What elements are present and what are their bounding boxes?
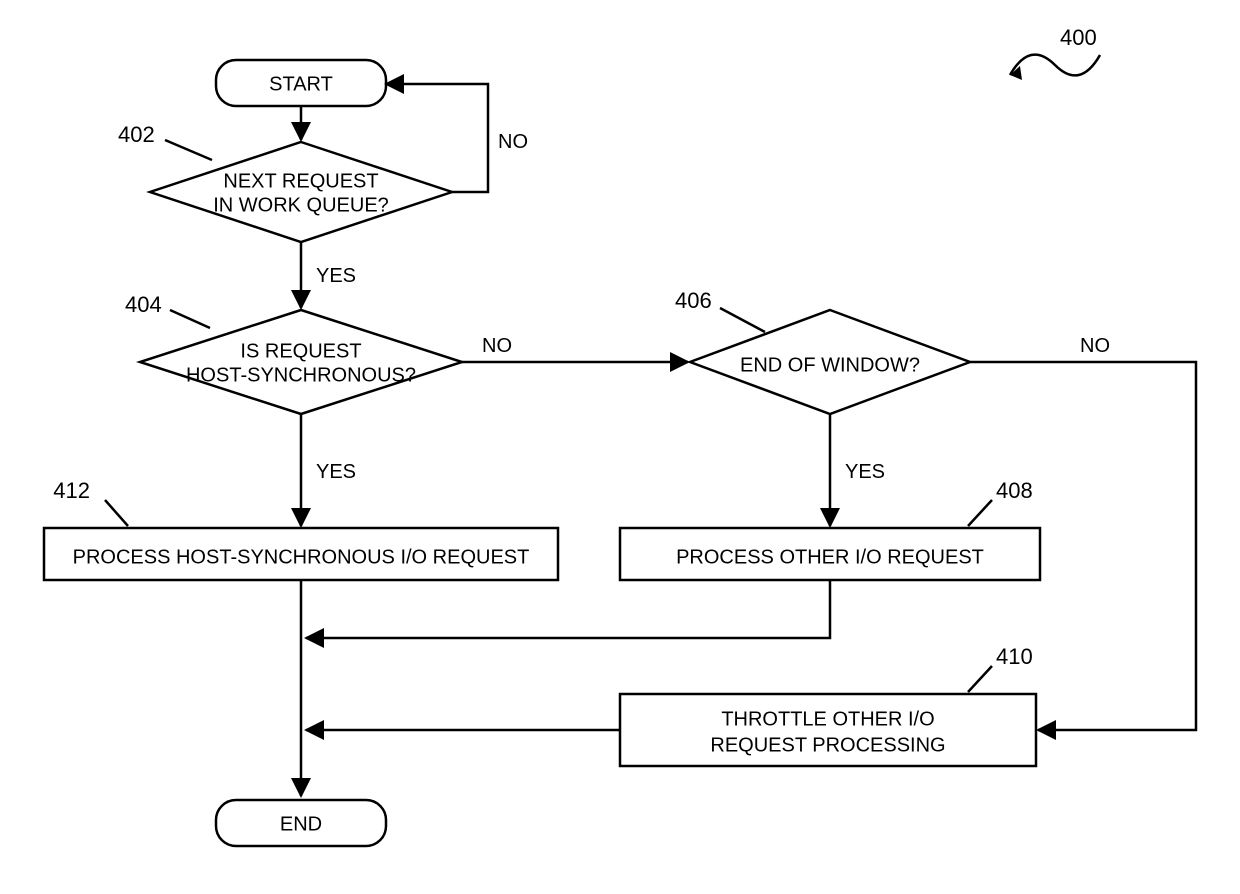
- process-412-label: PROCESS HOST-SYNCHRONOUS I/O REQUEST: [73, 546, 530, 568]
- process-408-label: PROCESS OTHER I/O REQUEST: [676, 546, 984, 568]
- edge-404-no: NO: [462, 335, 688, 362]
- label-yes-404: YES: [316, 461, 356, 483]
- decision-402: NEXT REQUEST IN WORK QUEUE?: [150, 142, 452, 242]
- process-408: PROCESS OTHER I/O REQUEST: [620, 528, 1040, 580]
- process-410-line2: REQUEST PROCESSING: [710, 734, 945, 756]
- decision-402-line1: NEXT REQUEST: [223, 170, 378, 192]
- start-node: START: [216, 60, 386, 106]
- label-no-404: NO: [482, 335, 512, 357]
- process-410-line1: THROTTLE OTHER I/O: [721, 708, 934, 730]
- ref-402-label: 402: [118, 122, 155, 147]
- ref-402: 402: [118, 122, 212, 160]
- ref-408: 408: [968, 478, 1033, 526]
- ref-404: 404: [125, 292, 210, 328]
- ref-410: 410: [968, 644, 1033, 692]
- decision-406-label: END OF WINDOW?: [740, 354, 920, 376]
- decision-404-line2: HOST-SYNCHRONOUS?: [186, 364, 416, 386]
- edge-402-yes: YES: [301, 242, 356, 308]
- ref-408-label: 408: [996, 478, 1033, 503]
- decision-404: IS REQUEST HOST-SYNCHRONOUS?: [140, 310, 462, 414]
- decision-404-line1: IS REQUEST: [240, 340, 361, 362]
- label-yes-406: YES: [845, 461, 885, 483]
- ref-412: 412: [53, 478, 128, 526]
- label-yes-402: YES: [316, 265, 356, 287]
- process-410: THROTTLE OTHER I/O REQUEST PROCESSING: [620, 694, 1036, 766]
- ref-412-label: 412: [53, 478, 90, 503]
- edge-402-no-loop: NO: [386, 84, 528, 192]
- start-label: START: [269, 73, 333, 95]
- process-412: PROCESS HOST-SYNCHRONOUS I/O REQUEST: [44, 528, 558, 580]
- ref-410-label: 410: [996, 644, 1033, 669]
- end-node: END: [216, 800, 386, 846]
- ref-404-label: 404: [125, 292, 162, 317]
- ref-406-label: 406: [675, 288, 712, 313]
- ref-406: 406: [675, 288, 765, 332]
- label-no-406: NO: [1080, 335, 1110, 357]
- end-label: END: [280, 813, 322, 835]
- ref-400-label: 400: [1060, 25, 1097, 50]
- edge-406-yes: YES: [830, 414, 885, 526]
- label-no-402: NO: [498, 131, 528, 153]
- decision-402-line2: IN WORK QUEUE?: [213, 194, 389, 216]
- edge-408-merge: [306, 580, 830, 638]
- edge-404-yes: YES: [301, 414, 356, 526]
- flowchart-diagram: 400 START NEXT REQUEST IN WORK QUEUE? 40…: [0, 0, 1240, 894]
- figure-reference-400: 400: [1010, 25, 1100, 80]
- decision-406: END OF WINDOW?: [690, 310, 970, 414]
